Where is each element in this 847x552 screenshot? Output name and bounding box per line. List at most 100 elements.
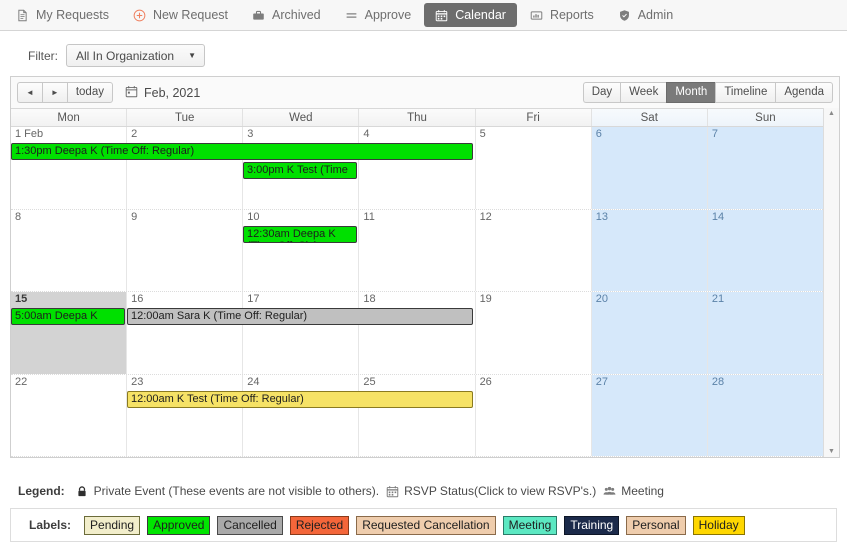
chevron-down-icon: ▼ (188, 50, 196, 60)
filter-bar: Filter: All In Organization ▼ (0, 31, 847, 75)
label-chip-cancelled[interactable]: Cancelled (217, 515, 283, 535)
week-row: 8 9 10 11 12 13 14 12:30am Deepa K (Time Off: S… (11, 209, 823, 292)
filter-label: Filter: (28, 48, 58, 63)
nav-item-label: New Request (152, 8, 228, 22)
day-number: 21 (711, 293, 725, 305)
calendar-body: Mon Tue Wed Thu Fri Sat Sun 1 Feb 2 3 4 5 6 7 1:30pm … (11, 108, 839, 457)
day-number: 1 Feb (15, 128, 44, 140)
view-button-month[interactable]: Month (666, 82, 716, 103)
event-layer: 12:30am Deepa K (Time Off: Sick Leave) (11, 225, 823, 292)
filter-value: All In Organization (76, 48, 175, 63)
day-number: 16 (131, 293, 144, 305)
filter-dropdown[interactable]: All In Organization ▼ (66, 44, 205, 67)
document-icon (16, 8, 30, 22)
arrow-right-icon: ► (50, 87, 59, 97)
nav-item-label: Approve (364, 8, 412, 22)
day-number: 11 (363, 210, 375, 223)
calendar-toolbar: ◄ ► today Feb, 2021 Day Week Month Timel… (11, 77, 839, 108)
view-button-timeline[interactable]: Timeline (715, 82, 776, 103)
legend-item-text: RSVP Status(Click to view RSVP's.) (404, 484, 597, 498)
nav-item-label: Reports (549, 8, 594, 22)
legend-item: Private Event (These events are not visi… (76, 484, 379, 498)
view-switcher: Day Week Month Timeline Agenda (582, 82, 833, 103)
calendar-event[interactable]: 5:00am Deepa K (Time Off: Sick Leave) (11, 308, 125, 325)
calendar-icon (435, 8, 449, 22)
dow-header-thu: Thu (359, 109, 476, 126)
vertical-scrollbar[interactable]: ▲ ▼ (823, 108, 839, 457)
day-number: 5 (479, 128, 486, 140)
day-number: 9 (131, 210, 138, 223)
calendar-icon (125, 85, 138, 101)
nav-item-my-requests[interactable]: My Requests (5, 3, 120, 27)
day-number: 28 (711, 375, 725, 388)
lock-icon (76, 485, 89, 498)
plus-circle-icon (133, 8, 147, 22)
calendar-event[interactable]: 12:00am Sara K (Time Off: Regular) (127, 308, 473, 325)
day-number: 8 (15, 210, 22, 223)
calendar-icon (386, 485, 399, 498)
today-button[interactable]: today (66, 82, 113, 103)
label-chip-requested-cancellation[interactable]: Requested Cancellation (356, 515, 496, 535)
day-number: 4 (363, 128, 370, 140)
chart-frame-icon (530, 8, 544, 22)
legend-item-text: Meeting (621, 484, 664, 498)
calendar-event[interactable]: 12:30am Deepa K (Time Off: Sick Leave) (243, 225, 357, 243)
nav-item-calendar[interactable]: Calendar (424, 3, 517, 27)
nav-item-label: My Requests (36, 8, 109, 22)
day-of-week-header: Mon Tue Wed Thu Fri Sat Sun (11, 108, 823, 127)
label-chip-meeting[interactable]: Meeting (502, 515, 558, 535)
day-number: 10 (247, 210, 260, 223)
legend-title: Legend: (18, 484, 65, 498)
calendar-title-group: Feb, 2021 (125, 85, 200, 101)
labels-title: Labels: (29, 518, 72, 532)
day-number: 18 (363, 293, 376, 305)
nav-item-label: Calendar (455, 8, 506, 22)
event-layer: 1:30pm Deepa K (Time Off: Regular) 3:00pm… (11, 143, 823, 209)
prev-month-button[interactable]: ◄ (17, 82, 42, 103)
label-chip-pending[interactable]: Pending (84, 515, 141, 535)
view-button-week[interactable]: Week (620, 82, 667, 103)
top-navigation: My Requests New Request Archived Approve Cal… (0, 0, 847, 31)
day-number: 2 (131, 128, 138, 140)
calendar-grid: Mon Tue Wed Thu Fri Sat Sun 1 Feb 2 3 4 5 6 7 1:30pm … (11, 108, 823, 457)
nav-item-reports[interactable]: Reports (519, 3, 605, 27)
day-number: 22 (15, 375, 28, 388)
arrow-left-icon: ◄ (26, 87, 34, 97)
view-button-day[interactable]: Day (582, 82, 621, 103)
page-title: Feb, 2021 (143, 85, 201, 100)
nav-item-new-request[interactable]: New Request (122, 3, 239, 27)
day-number: 17 (247, 293, 260, 305)
day-number: 26 (479, 375, 492, 388)
event-layer: 5:00am Deepa K (Time Off: Sick Leave)12:… (11, 308, 823, 374)
briefcase-icon (252, 8, 266, 22)
calendar-event[interactable]: 1:30pm Deepa K (Time Off: Regular) (11, 143, 473, 160)
next-month-button[interactable]: ► (41, 82, 67, 103)
scrollbar-track[interactable] (831, 117, 832, 448)
scroll-up-icon[interactable]: ▲ (828, 110, 835, 117)
label-chip-training[interactable]: Training (564, 515, 620, 535)
calendar-app: My Requests New Request Archived Approve Cal… (0, 0, 847, 552)
week-row: 15 16 17 18 19 20 21 5:00am Deepa K (Time Off: … (11, 292, 823, 375)
day-number: 6 (595, 128, 602, 140)
label-chip-holiday[interactable]: Holiday (692, 515, 745, 535)
day-number: 14 (711, 210, 725, 223)
label-chip-personal[interactable]: Personal (626, 515, 686, 535)
dow-header-wed: Wed (243, 109, 360, 126)
day-number: 20 (595, 293, 608, 305)
week-row: 22 23 24 25 26 27 28 12:00am K Test (Time Off: … (11, 374, 823, 457)
scroll-down-icon[interactable]: ▼ (828, 448, 835, 455)
nav-item-archived[interactable]: Archived (241, 3, 332, 27)
people-icon (603, 485, 616, 498)
day-number: 19 (479, 293, 492, 305)
legend: Legend: Private Event (These events are … (18, 484, 671, 498)
calendar-panel: ◄ ► today Feb, 2021 Day Week Month Timel… (10, 76, 840, 458)
day-number: 15 (15, 293, 28, 305)
event-layer: 12:00am K Test (Time Off: Regular) (11, 390, 823, 457)
view-button-agenda[interactable]: Agenda (775, 82, 833, 103)
nav-item-approve[interactable]: Approve (334, 3, 423, 27)
calendar-event[interactable]: 3:00pm K Test (Time Off: Sick Leave) (243, 162, 357, 179)
label-chip-approved[interactable]: Approved (147, 515, 211, 535)
nav-item-admin[interactable]: Admin (607, 3, 684, 27)
label-chip-rejected[interactable]: Rejected (289, 515, 350, 535)
calendar-event[interactable]: 12:00am K Test (Time Off: Regular) (127, 390, 473, 408)
